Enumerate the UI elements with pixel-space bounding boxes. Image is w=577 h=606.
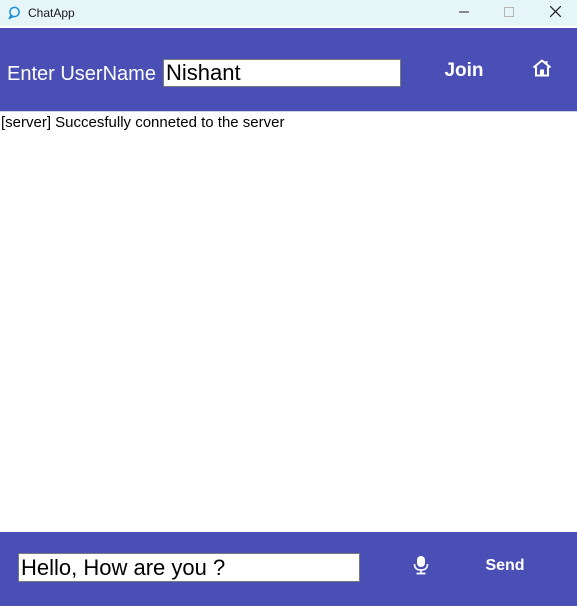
maximize-button[interactable] [486,0,532,26]
message-list[interactable]: [server] Succesfully conneted to the ser… [0,112,577,532]
window-title: ChatApp [28,6,75,20]
close-button[interactable] [532,0,577,26]
message-item: [server] Succesfully conneted to the ser… [1,114,285,131]
home-button[interactable] [528,58,556,82]
minimize-button[interactable] [441,0,487,26]
chat-app-window: ChatApp Enter UserName Join [0,0,577,606]
username-label: Enter UserName [7,63,156,85]
maximize-icon [504,4,514,22]
title-bar[interactable]: ChatApp [0,0,577,26]
chat-bubble-icon [7,6,21,20]
minimize-icon [459,4,469,22]
microphone-icon [413,555,429,580]
message-input[interactable] [18,553,360,582]
header-bar: Enter UserName Join [0,28,577,111]
send-button[interactable]: Send [470,551,540,581]
username-input[interactable] [163,59,401,87]
close-icon [549,4,561,22]
join-button[interactable]: Join [425,56,503,86]
home-icon [532,59,552,82]
footer-bar: Send [0,532,577,606]
microphone-button[interactable] [410,554,432,580]
